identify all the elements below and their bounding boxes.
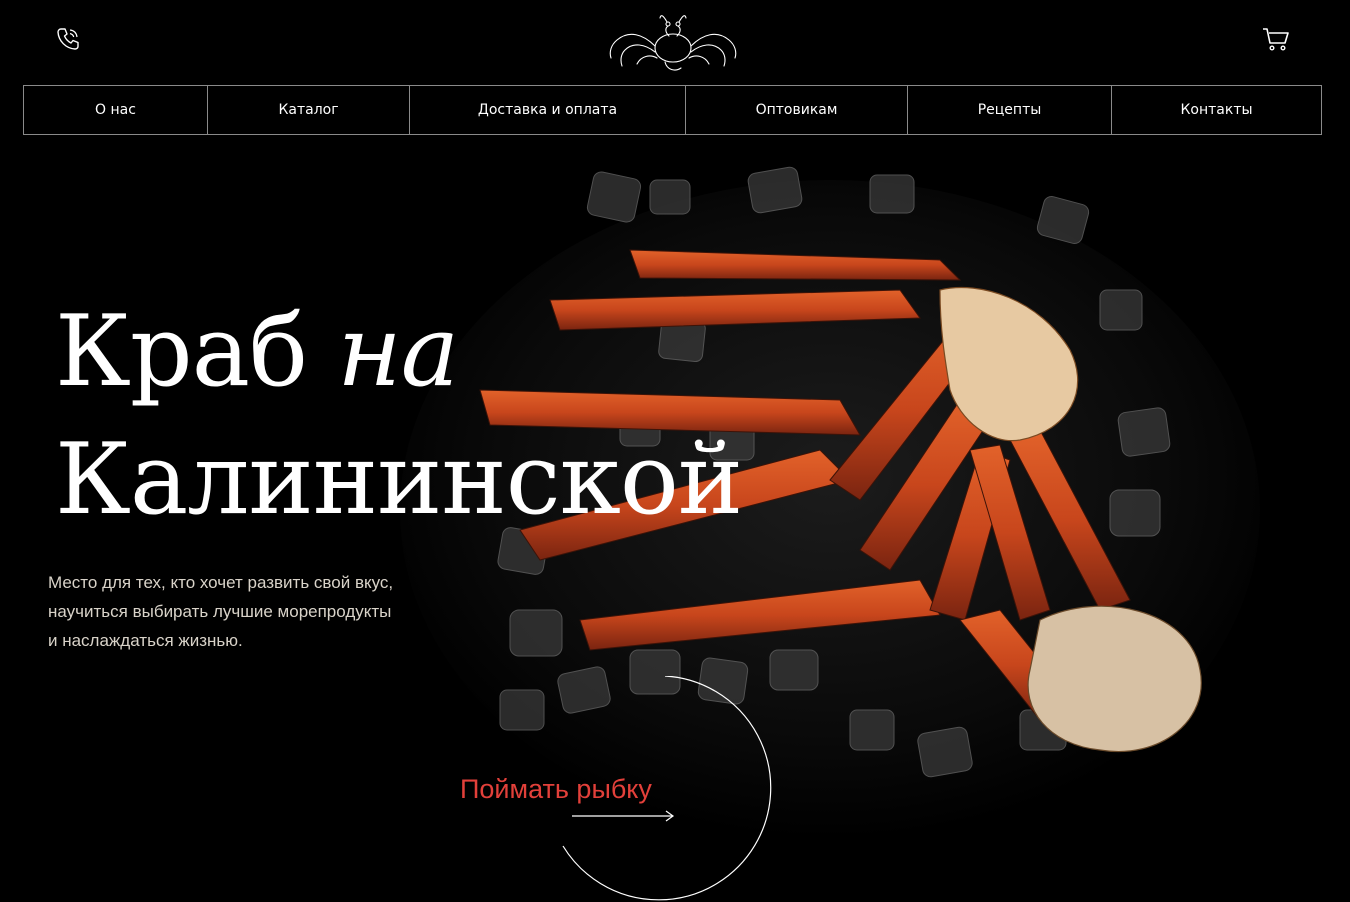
nav-label: Доставка и оплата [477,102,618,118]
cart-icon[interactable] [1261,25,1291,53]
hero-title-line2: Калининской [55,423,743,537]
hero-title-word: Краб [55,295,308,409]
nav-label: Оптовикам [755,102,838,118]
crab-logo-icon[interactable] [605,10,741,74]
arrow-right-icon [572,810,675,822]
hero-subtitle-line: и наслаждаться жизнью. [48,631,243,650]
nav-item-delivery[interactable]: Доставка и оплата [410,86,686,134]
hero-subtitle: Место для тех, кто хочет развить свой вк… [48,568,448,655]
hero-title-italic-word: на [337,295,459,409]
nav-label: Каталог [278,102,339,118]
nav-label: Контакты [1180,102,1253,118]
hero-title-line1: Краб на [55,288,742,416]
site-header [0,0,1350,85]
phone-icon[interactable] [55,26,81,52]
hero-subtitle-line: научиться выбирать лучшие морепродукты [48,602,392,621]
hero-title: Краб на Калининской [55,288,743,544]
nav-item-about[interactable]: О нас [24,86,208,134]
nav-item-wholesale[interactable]: Оптовикам [686,86,908,134]
main-nav: О нас Каталог Доставка и оплата Оптовика… [23,85,1322,135]
hero-subtitle-line: Место для тех, кто хочет развить свой вк… [48,573,394,592]
nav-item-contacts[interactable]: Контакты [1112,86,1321,134]
nav-label: О нас [95,102,136,118]
catch-fish-button[interactable]: Поймать рыбку [460,774,652,805]
nav-item-recipes[interactable]: Рецепты [908,86,1112,134]
nav-label: Рецепты [977,102,1042,118]
nav-item-catalog[interactable]: Каталог [208,86,410,134]
